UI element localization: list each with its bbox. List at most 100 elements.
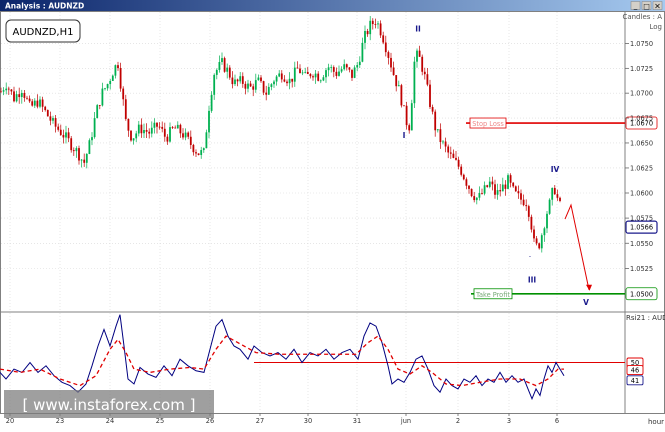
candle-body	[439, 129, 442, 142]
time-tick-label: 30	[304, 417, 312, 425]
wave-label: II	[415, 25, 421, 34]
candle-body	[351, 69, 353, 78]
candle-body	[111, 75, 114, 81]
candle-body	[278, 73, 281, 77]
candle-body	[504, 184, 507, 189]
candle-body	[161, 126, 164, 129]
candle-body	[400, 85, 403, 106]
candle-body	[145, 130, 148, 132]
candle-body	[556, 194, 559, 198]
candle-body	[397, 85, 400, 87]
candle-body	[470, 188, 473, 197]
symbol-label: AUDNZD,H1	[13, 27, 74, 38]
candle-body	[496, 190, 499, 195]
candle-body	[379, 23, 382, 36]
candle-body	[132, 138, 135, 141]
time-tick-label: 24	[106, 417, 114, 425]
candle-body	[475, 197, 478, 201]
candle-body	[218, 62, 221, 70]
candle-body	[429, 84, 431, 107]
candle-body	[54, 118, 57, 127]
candle-body	[410, 103, 413, 131]
take-profit-tag-label: Take Profit	[475, 291, 510, 299]
candle-body	[223, 58, 226, 72]
candle-body	[239, 76, 242, 82]
candle-body	[509, 175, 512, 183]
rsi-level-label: 46	[631, 367, 639, 375]
candle-body	[75, 148, 78, 152]
candle-body	[522, 199, 525, 206]
candle-body	[426, 74, 429, 85]
candle-body	[59, 129, 62, 135]
price-tick-label: 1.0550	[630, 240, 653, 248]
candle-body	[384, 42, 387, 53]
candle-body	[96, 105, 99, 119]
candle-body	[382, 35, 385, 43]
candle-body	[7, 88, 10, 90]
candle-body	[10, 89, 13, 92]
candle-body	[304, 71, 307, 73]
time-tick-label: 3	[507, 417, 511, 425]
candle-body	[507, 175, 509, 189]
candle-body	[215, 69, 218, 75]
time-tick-label: 2	[456, 417, 460, 425]
candle-body	[36, 100, 39, 107]
candle-body	[182, 133, 184, 138]
candle-body	[390, 57, 392, 68]
candle-body	[20, 92, 23, 98]
rsi-level-label: 41	[631, 377, 639, 385]
candle-body	[387, 52, 390, 58]
rsi-axis: 504641	[626, 357, 644, 386]
candle-body	[122, 88, 125, 100]
minimize-button[interactable]: _	[630, 1, 641, 11]
maximize-button[interactable]: □	[641, 1, 652, 11]
candle-body	[252, 86, 255, 90]
scale-label: Log	[649, 23, 662, 31]
candle-body	[299, 68, 301, 74]
candle-body	[499, 190, 502, 192]
candle-body	[158, 126, 161, 128]
candle-body	[525, 205, 528, 207]
candle-body	[31, 101, 34, 106]
candle-body	[119, 68, 122, 89]
candle-body	[403, 105, 405, 107]
candle-body	[244, 83, 247, 89]
candle-body	[343, 64, 346, 70]
candle-body	[135, 133, 138, 139]
candle-body	[444, 141, 447, 147]
candle-body	[478, 193, 481, 198]
candle-body	[70, 138, 73, 151]
stop-loss-tag-label: Stop Loss	[472, 120, 504, 128]
window-title: Analysis : AUDNZD	[5, 2, 84, 11]
candle-body	[234, 79, 236, 85]
maximize-icon: □	[643, 3, 650, 11]
candle-body	[176, 124, 179, 129]
candle-body	[340, 69, 343, 72]
candle-body	[104, 88, 106, 90]
candle-body	[169, 127, 171, 142]
candle-body	[270, 84, 273, 87]
candle-body	[408, 125, 411, 131]
candle-body	[236, 79, 239, 82]
candle-body	[171, 127, 174, 128]
chart-frame	[0, 11, 665, 414]
candle-body	[98, 105, 101, 106]
candle-body	[312, 76, 314, 78]
candle-body	[41, 99, 44, 107]
candle-body	[413, 61, 416, 104]
candle-body	[491, 181, 494, 185]
candle-body	[197, 153, 200, 155]
time-tick-label: 23	[56, 417, 64, 425]
candle-body	[83, 159, 86, 163]
candle-body	[114, 65, 117, 76]
close-button[interactable]: ×	[652, 1, 663, 11]
candle-body	[301, 72, 304, 74]
wave-label: I	[403, 131, 406, 140]
candle-body	[93, 118, 96, 138]
candle-body	[85, 153, 88, 163]
candle-body	[468, 185, 470, 189]
title-bar[interactable]	[0, 0, 665, 11]
candle-body	[501, 184, 504, 192]
candle-body	[457, 159, 460, 167]
candle-body	[371, 20, 374, 25]
